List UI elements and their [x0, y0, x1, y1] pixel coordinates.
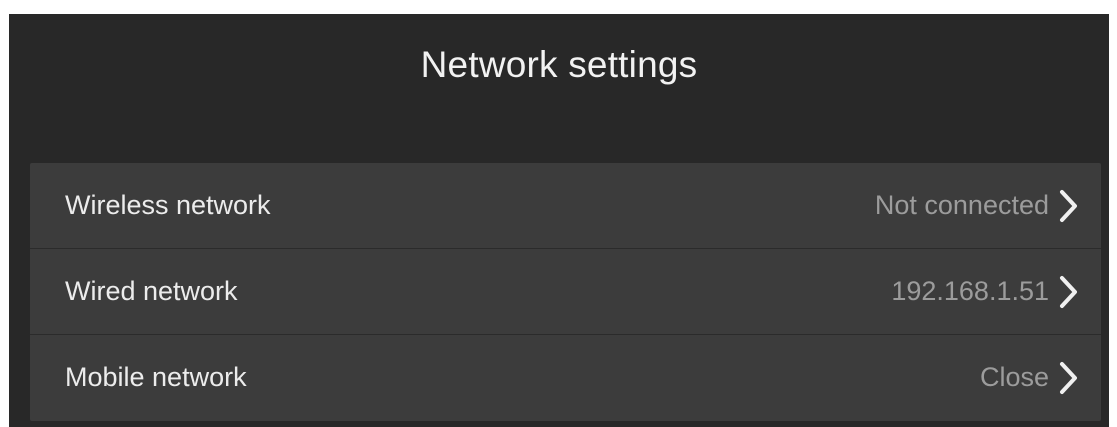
wireless-network-value: Not connected	[874, 190, 1049, 220]
mobile-network-row[interactable]: Mobile network Close	[30, 334, 1101, 420]
wired-network-label: Wired network	[65, 276, 238, 306]
settings-list: Wireless network Not connected Wired net…	[30, 163, 1101, 421]
wired-network-value: 192.168.1.51	[891, 276, 1049, 306]
wireless-network-row[interactable]: Wireless network Not connected	[30, 163, 1101, 248]
network-settings-screen: Network settings Wireless network Not co…	[9, 14, 1109, 427]
wireless-network-label: Wireless network	[65, 190, 271, 220]
wired-network-status: 192.168.1.51	[891, 275, 1079, 309]
mobile-network-status: Close	[980, 361, 1079, 395]
header: Network settings	[9, 14, 1109, 124]
mobile-network-label: Mobile network	[65, 362, 247, 392]
chevron-right-icon	[1057, 361, 1079, 395]
wired-network-row[interactable]: Wired network 192.168.1.51	[30, 248, 1101, 334]
wireless-network-status: Not connected	[875, 189, 1079, 223]
page-title: Network settings	[420, 44, 698, 85]
mobile-network-value: Close	[979, 362, 1049, 392]
chevron-right-icon	[1057, 189, 1079, 223]
chevron-right-icon	[1057, 275, 1079, 309]
